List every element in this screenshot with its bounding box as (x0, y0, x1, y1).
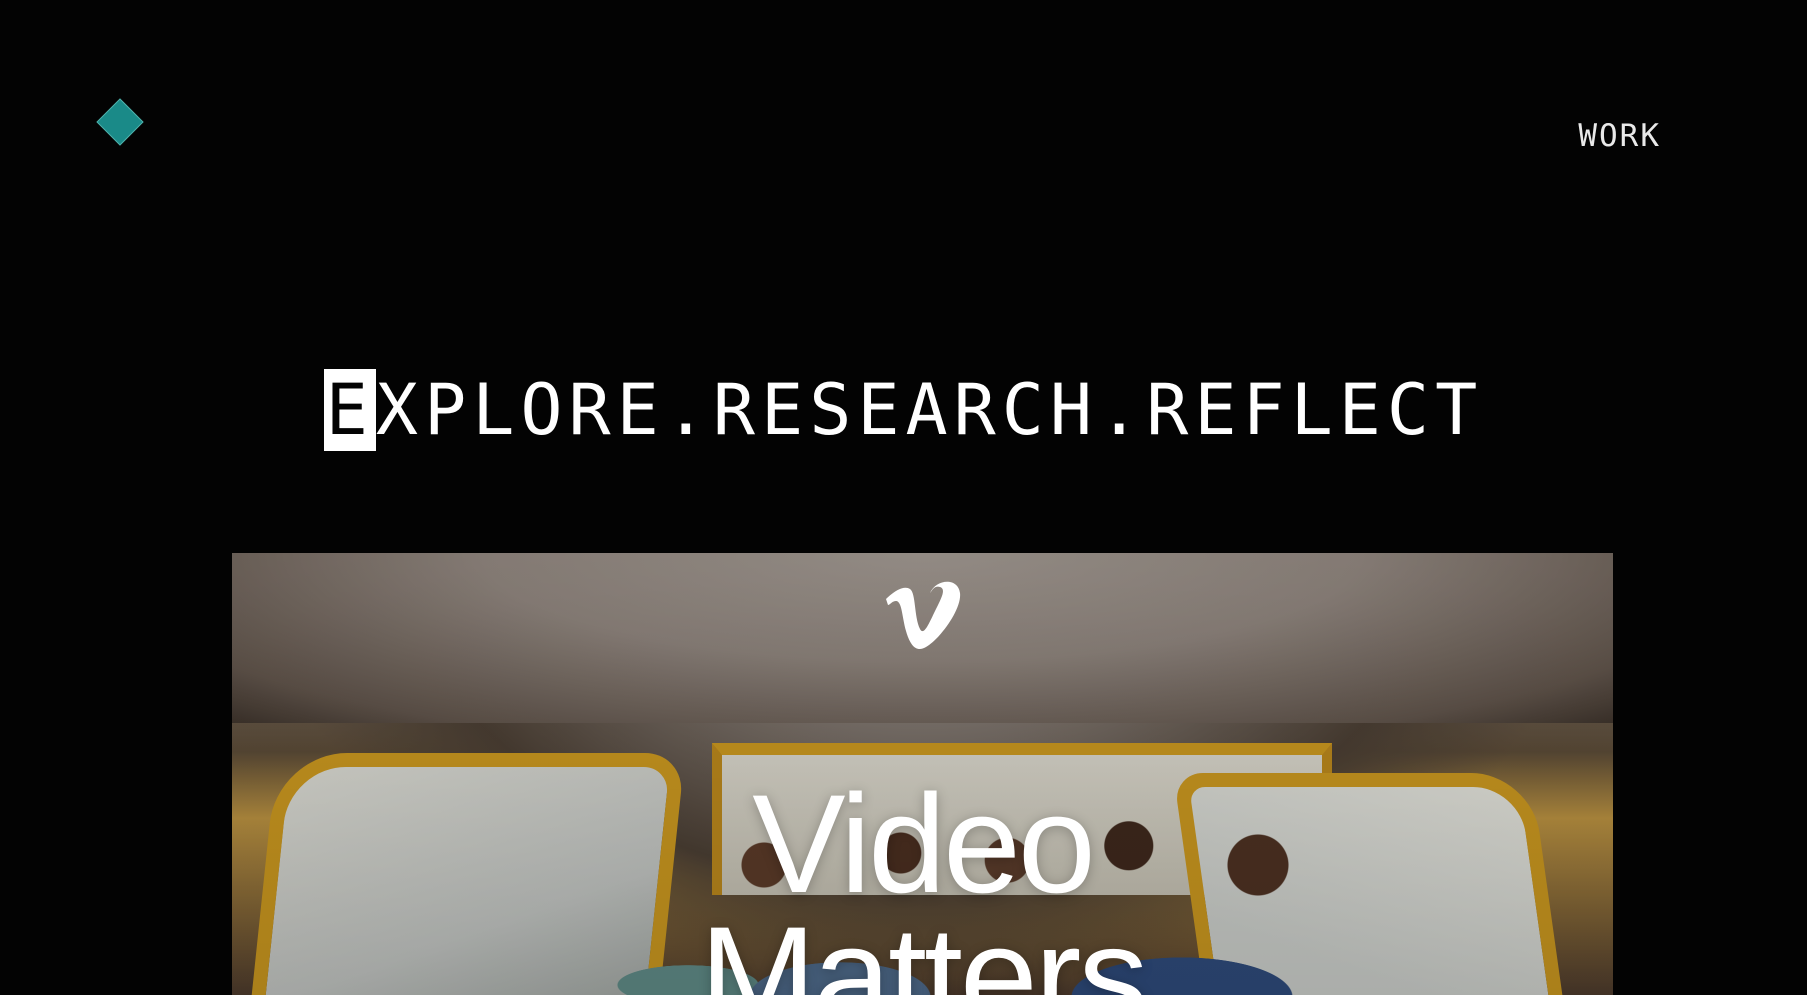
headline-first-letter: E (323, 368, 376, 451)
hero-headline: EXPLORE.RESEARCH.REFLECT (0, 365, 1807, 455)
vimeo-icon (886, 581, 961, 650)
video-title-line-2: Matters (699, 897, 1149, 995)
diamond-logo-icon (96, 98, 144, 146)
video-title-line-1: Video (752, 765, 1096, 922)
video-thumbnail[interactable]: Video Matters (232, 553, 1613, 995)
video-title: Video Matters (232, 765, 1613, 995)
page: WORK EXPLORE.RESEARCH.REFLECT Video Matt… (0, 0, 1807, 995)
headline-rest: XPLORE.RESEARCH.REFLECT (375, 368, 1484, 451)
nav-work-link[interactable]: WORK (1578, 118, 1661, 154)
